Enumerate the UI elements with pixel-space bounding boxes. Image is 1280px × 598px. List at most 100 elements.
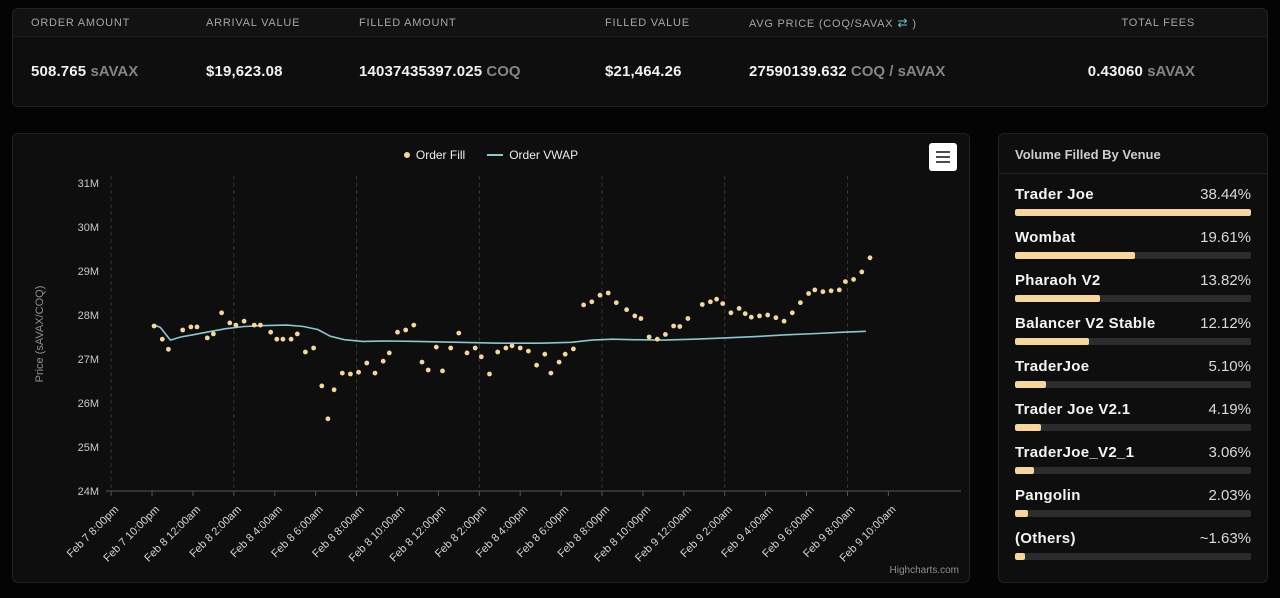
order-fill-point[interactable]	[311, 345, 316, 351]
order-fill-point[interactable]	[742, 311, 748, 317]
order-fill-point[interactable]	[503, 345, 509, 351]
order-fill-point[interactable]	[757, 313, 762, 319]
order-fill-point[interactable]	[211, 331, 216, 337]
swap-direction-icon[interactable]: ⇄	[893, 16, 912, 30]
order-fill-point[interactable]	[548, 370, 554, 376]
order-fill-point[interactable]	[714, 296, 719, 302]
order-fill-point[interactable]	[517, 345, 523, 351]
order-fill-point[interactable]	[440, 368, 445, 374]
order-fill-point[interactable]	[812, 287, 818, 293]
order-fill-point[interactable]	[151, 323, 157, 329]
order-fill-point[interactable]	[699, 302, 705, 307]
order-fill-point[interactable]	[356, 369, 361, 375]
order-fill-point[interactable]	[663, 332, 668, 337]
order-fill-point[interactable]	[258, 322, 263, 328]
order-fill-point[interactable]	[720, 301, 726, 306]
order-fill-point[interactable]	[348, 371, 353, 377]
order-fill-point[interactable]	[464, 350, 470, 356]
order-fill-point[interactable]	[708, 299, 713, 305]
order-fill-point[interactable]	[859, 269, 865, 275]
order-fill-point[interactable]	[605, 290, 611, 296]
order-fill-point[interactable]	[319, 383, 325, 389]
order-fill-point[interactable]	[748, 314, 754, 320]
chart-context-menu-button[interactable]	[929, 143, 957, 171]
order-fill-point[interactable]	[288, 336, 294, 342]
highcharts-credits-link[interactable]: Highcharts.com	[890, 565, 959, 576]
order-fill-point[interactable]	[372, 370, 378, 376]
order-fill-point[interactable]	[597, 292, 603, 298]
order-fill-point[interactable]	[646, 334, 652, 340]
order-fill-point[interactable]	[380, 358, 386, 364]
order-fill-point[interactable]	[581, 302, 586, 308]
order-fill-point[interactable]	[789, 310, 795, 316]
order-fill-point[interactable]	[843, 279, 848, 284]
order-fill-point[interactable]	[419, 359, 425, 365]
order-fill-point[interactable]	[166, 346, 171, 352]
order-fill-point[interactable]	[219, 310, 225, 316]
order-fill-point[interactable]	[509, 343, 515, 349]
order-fill-point[interactable]	[851, 277, 856, 282]
order-fill-point[interactable]	[325, 416, 331, 422]
order-fill-point[interactable]	[836, 287, 842, 293]
order-fill-point[interactable]	[773, 315, 779, 321]
order-fill-point[interactable]	[456, 330, 462, 336]
order-fill-point[interactable]	[613, 300, 619, 306]
order-fill-point[interactable]	[472, 345, 478, 351]
order-fill-point[interactable]	[765, 312, 771, 318]
order-fill-point[interactable]	[624, 307, 629, 313]
order-fill-point[interactable]	[632, 313, 638, 319]
order-fill-point[interactable]	[828, 288, 834, 294]
order-fill-point[interactable]	[403, 327, 409, 333]
order-fill-point[interactable]	[781, 318, 787, 324]
order-fill-point[interactable]	[448, 345, 454, 351]
order-fill-point[interactable]	[736, 306, 742, 311]
order-fill-point[interactable]	[386, 350, 392, 356]
order-fill-point[interactable]	[251, 322, 257, 328]
order-fill-point[interactable]	[294, 331, 300, 337]
order-fill-point[interactable]	[589, 299, 595, 305]
order-fill-point[interactable]	[495, 349, 501, 355]
order-fill-point[interactable]	[339, 370, 345, 376]
order-fill-point[interactable]	[526, 348, 531, 354]
order-fill-point[interactable]	[331, 387, 337, 393]
order-fill-point[interactable]	[194, 324, 200, 330]
order-fill-point[interactable]	[728, 310, 734, 316]
order-fill-point[interactable]	[562, 351, 568, 357]
order-fill-point[interactable]	[233, 322, 239, 328]
order-fill-point[interactable]	[654, 336, 660, 342]
order-fill-point[interactable]	[677, 324, 683, 329]
order-fill-point[interactable]	[204, 335, 210, 341]
order-fill-point[interactable]	[542, 351, 548, 357]
order-fill-point[interactable]	[867, 255, 873, 261]
order-fill-point[interactable]	[303, 349, 308, 355]
order-fill-point[interactable]	[478, 354, 484, 360]
order-fill-point[interactable]	[433, 344, 439, 350]
order-fill-point[interactable]	[180, 327, 186, 333]
order-fill-point[interactable]	[188, 324, 194, 330]
order-fill-point[interactable]	[534, 362, 539, 368]
legend-item-order-fill[interactable]: Order Fill	[403, 148, 465, 162]
order-fill-point[interactable]	[227, 320, 233, 326]
order-fill-point[interactable]	[820, 289, 826, 295]
order-fill-point[interactable]	[571, 346, 576, 352]
order-fill-point[interactable]	[671, 323, 676, 329]
order-fill-point[interactable]	[556, 359, 562, 365]
order-fill-point[interactable]	[280, 336, 286, 342]
order-fill-point[interactable]	[364, 360, 370, 366]
legend-item-order-vwap[interactable]: Order VWAP	[487, 148, 578, 162]
order-fill-point[interactable]	[638, 316, 644, 321]
order-fill-point[interactable]	[241, 318, 247, 324]
order-fill-point[interactable]	[685, 316, 691, 321]
order-vwap-line[interactable]	[153, 324, 866, 344]
venue-row: Balancer V2 Stable 12.12%	[1015, 315, 1251, 345]
order-fill-chart[interactable]: 24M 25M 26M 27M 28M 29M 30M 31M Price (sAVAX/COQ…	[13, 134, 969, 582]
order-fill-point[interactable]	[268, 329, 274, 335]
order-fill-point[interactable]	[411, 322, 417, 328]
order-fill-point[interactable]	[159, 336, 165, 342]
order-fill-point[interactable]	[395, 329, 400, 335]
order-fill-point[interactable]	[798, 300, 803, 306]
order-fill-point[interactable]	[487, 371, 492, 377]
order-fill-point[interactable]	[274, 336, 280, 342]
order-fill-point[interactable]	[425, 367, 431, 373]
order-fill-point[interactable]	[806, 291, 811, 296]
